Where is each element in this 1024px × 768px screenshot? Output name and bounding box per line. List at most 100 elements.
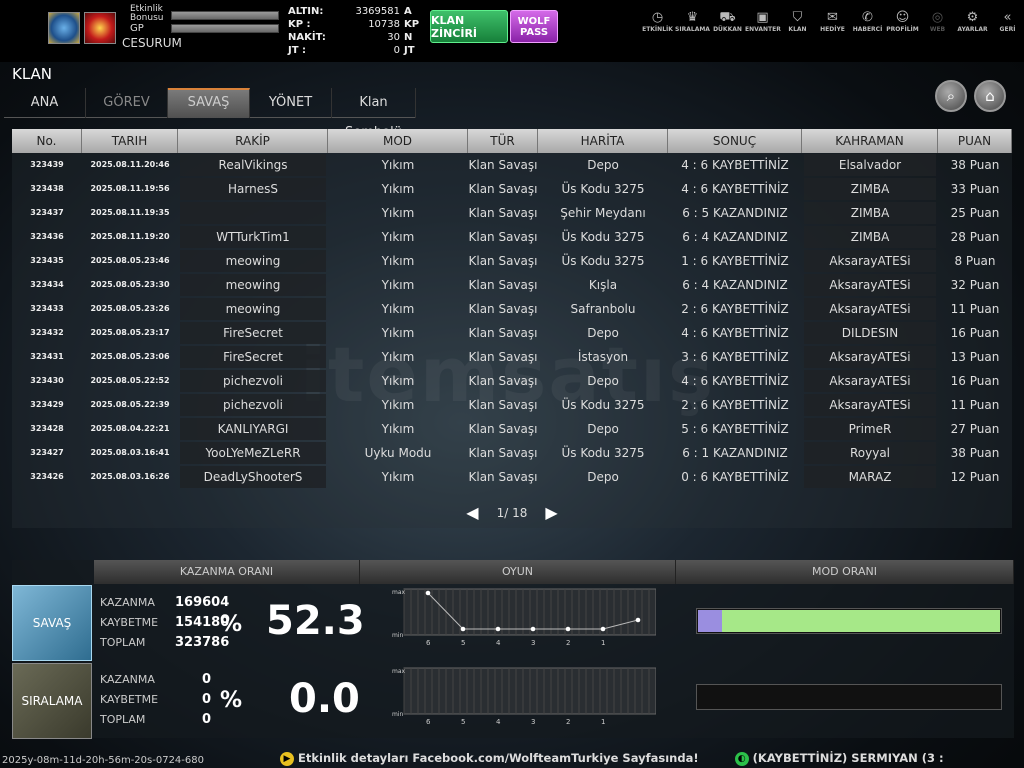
ticker-clan-icon: ◐ xyxy=(734,751,749,766)
table-cell: Yıkım xyxy=(381,182,415,196)
table-cell: 4 : 6 KAYBETTİNİZ xyxy=(681,182,789,196)
wolf-pass-button[interactable]: WOLF PASS xyxy=(510,10,558,43)
table-cell: Klan Savaşı xyxy=(468,470,538,484)
column-header[interactable]: TARIH xyxy=(82,129,178,153)
table-row[interactable]: 323433 2025.08.05.23:26 meowing Yıkım Klan S… xyxy=(12,297,1012,321)
savas-win-value: 169604 xyxy=(175,595,230,610)
table-cell: Yıkım xyxy=(381,398,415,412)
column-header[interactable]: MOD xyxy=(328,129,468,153)
topnav-settings-button[interactable]: ⚙ AYARLAR xyxy=(955,10,990,40)
table-cell: Üs Kodu 3275 xyxy=(561,446,645,460)
topnav-profile-button[interactable]: ☺ PROFİLİM xyxy=(885,10,920,40)
table-cell: İstasyon xyxy=(577,350,629,364)
siralama-percent-sign: % xyxy=(220,688,243,713)
prev-page-button[interactable]: ◀ xyxy=(466,503,478,522)
topnav-label: HEDİYE xyxy=(820,26,845,33)
table-cell: ZIMBA xyxy=(804,202,936,224)
table-row[interactable]: 323435 2025.08.05.23:46 meowing Yıkım Klan S… xyxy=(12,249,1012,273)
table-row[interactable]: 323438 2025.08.11.19:56 HarnesS Yıkım Klan S… xyxy=(12,177,1012,201)
table-cell: 4 : 6 KAYBETTİNİZ xyxy=(681,158,789,172)
topnav-web-button[interactable]: ◎ WEB xyxy=(920,10,955,40)
topnav-back-button[interactable]: «GERİ xyxy=(990,10,1024,40)
savas-mode-button[interactable]: SAVAŞ xyxy=(12,585,92,661)
siralama-x-tick: 3 xyxy=(531,718,535,726)
column-header[interactable]: KAHRAMAN xyxy=(802,129,938,153)
tab-0[interactable]: ANA xyxy=(4,88,86,118)
topnav-label: KLAN xyxy=(788,26,807,33)
table-cell: pichezvoli xyxy=(180,394,326,416)
column-header[interactable]: TÜR xyxy=(468,129,538,153)
topnav-label: DÜKKAN xyxy=(713,26,742,33)
topnav-inventory-button[interactable]: ▣ ENVANTER xyxy=(745,10,781,40)
clan-emblem-icon[interactable] xyxy=(84,12,116,44)
siralama-axis-min: min xyxy=(392,711,404,718)
topnav-clan-button[interactable]: ⛉ KLAN xyxy=(780,10,815,40)
mode-ratio-segment-a xyxy=(698,610,722,632)
siralama-mode-button[interactable]: SIRALAMA xyxy=(12,663,92,739)
column-header[interactable]: HARİTA xyxy=(538,129,668,153)
tab-4[interactable]: Klan Sembolü xyxy=(332,88,416,140)
table-cell: Depo xyxy=(587,422,619,436)
topnav-ranking-button[interactable]: ♛ SIRALAMA xyxy=(675,10,710,40)
table-cell: 323427 xyxy=(30,448,64,457)
inventory-icon: ▣ xyxy=(756,10,769,25)
column-header[interactable]: No. xyxy=(12,129,82,153)
topnav-label: HABERCİ xyxy=(852,26,883,33)
table-cell: Klan Savaşı xyxy=(468,302,538,316)
savas-point xyxy=(565,626,571,632)
rank-badge-icon[interactable] xyxy=(48,12,80,44)
table-row[interactable]: 323439 2025.08.11.20:46 RealVikings Yıkım Kl… xyxy=(12,153,1012,177)
tab-2[interactable]: SAVAŞ xyxy=(168,88,250,118)
column-header[interactable]: PUAN xyxy=(938,129,1012,153)
siralama-total-value: 0 xyxy=(202,712,212,727)
table-cell: Safranbolu xyxy=(570,302,636,316)
web-icon: ◎ xyxy=(931,10,944,25)
table-cell: Klan Savaşı xyxy=(468,278,538,292)
savas-point xyxy=(425,590,431,596)
table-row[interactable]: 323427 2025.08.03.16:41 YooLYeMeZLeRR Uyku … xyxy=(12,441,1012,465)
table-row[interactable]: 323432 2025.08.05.23:17 FireSecret Yıkım Kla… xyxy=(12,321,1012,345)
table-cell: Klan Savaşı xyxy=(468,326,538,340)
table-cell: Elsalvador xyxy=(804,154,936,176)
table-row[interactable]: 323434 2025.08.05.23:30 meowing Yıkım Klan S… xyxy=(12,273,1012,297)
tab-1[interactable]: GÖREV xyxy=(86,88,168,118)
table-cell: 323435 xyxy=(30,256,64,265)
home-button[interactable]: ⌂ xyxy=(974,80,1006,112)
column-header[interactable]: RAKİP xyxy=(178,129,328,153)
topnav-megaphone-button[interactable]: ✆ HABERCİ xyxy=(850,10,885,40)
table-cell: 2025.08.05.23:30 xyxy=(90,280,170,289)
table-cell: 13 Puan xyxy=(950,350,1000,364)
next-page-button[interactable]: ▶ xyxy=(545,503,557,522)
table-row[interactable]: 323437 2025.08.11.19:35 Yıkım Klan Savaşı Şe… xyxy=(12,201,1012,225)
tab-3[interactable]: YÖNET xyxy=(250,88,332,118)
topnav-shop-button[interactable]: ⛟ DÜKKAN xyxy=(710,10,745,40)
clan-chain-button[interactable]: KLAN ZİNCİRİ xyxy=(430,10,508,43)
table-row[interactable]: 323426 2025.08.03.16:26 DeadLyShooterS Yıkı… xyxy=(12,465,1012,489)
table-cell: 323434 xyxy=(30,280,64,289)
gold-value: 3369581 xyxy=(355,6,400,17)
table-row[interactable]: 323430 2025.08.05.22:52 pichezvoli Yıkım Kla… xyxy=(12,369,1012,393)
table-row[interactable]: 323436 2025.08.11.19:20 WTTurkTim1 Yıkım Kla… xyxy=(12,225,1012,249)
table-cell: 323439 xyxy=(30,160,64,169)
table-row[interactable]: 323429 2025.08.05.22:39 pichezvoli Yıkım Kla… xyxy=(12,393,1012,417)
search-button[interactable]: ⌕ xyxy=(935,80,967,112)
table-row[interactable]: 323431 2025.08.05.23:06 FireSecret Yıkım Kla… xyxy=(12,345,1012,369)
table-cell: Yıkım xyxy=(381,422,415,436)
table-cell: Uyku Modu xyxy=(364,446,432,460)
column-header[interactable]: SONUÇ xyxy=(668,129,802,153)
table-cell: 28 Puan xyxy=(950,230,1000,244)
table-row[interactable]: 323428 2025.08.04.22:21 KANLIYARGI Yıkım Kla… xyxy=(12,417,1012,441)
siralama-win-value: 0 xyxy=(202,672,212,687)
table-cell: 4 : 6 KAYBETTİNİZ xyxy=(681,326,789,340)
table-cell: 16 Puan xyxy=(950,326,1000,340)
table-cell: meowing xyxy=(180,298,326,320)
topnav-event-button[interactable]: ◷ ETKİNLİK xyxy=(640,10,675,40)
topnav-gift-button[interactable]: ✉ HEDİYE xyxy=(815,10,850,40)
siralama-total-label: TOPLAM xyxy=(100,713,146,726)
table-cell: 0 : 6 KAYBETTİNİZ xyxy=(681,470,789,484)
table-cell: 38 Puan xyxy=(950,158,1000,172)
table-cell xyxy=(180,202,326,224)
table-cell: 11 Puan xyxy=(950,398,1000,412)
savas-axis-min: min xyxy=(392,632,404,639)
siralama-lose-label: KAYBETME xyxy=(100,693,159,706)
